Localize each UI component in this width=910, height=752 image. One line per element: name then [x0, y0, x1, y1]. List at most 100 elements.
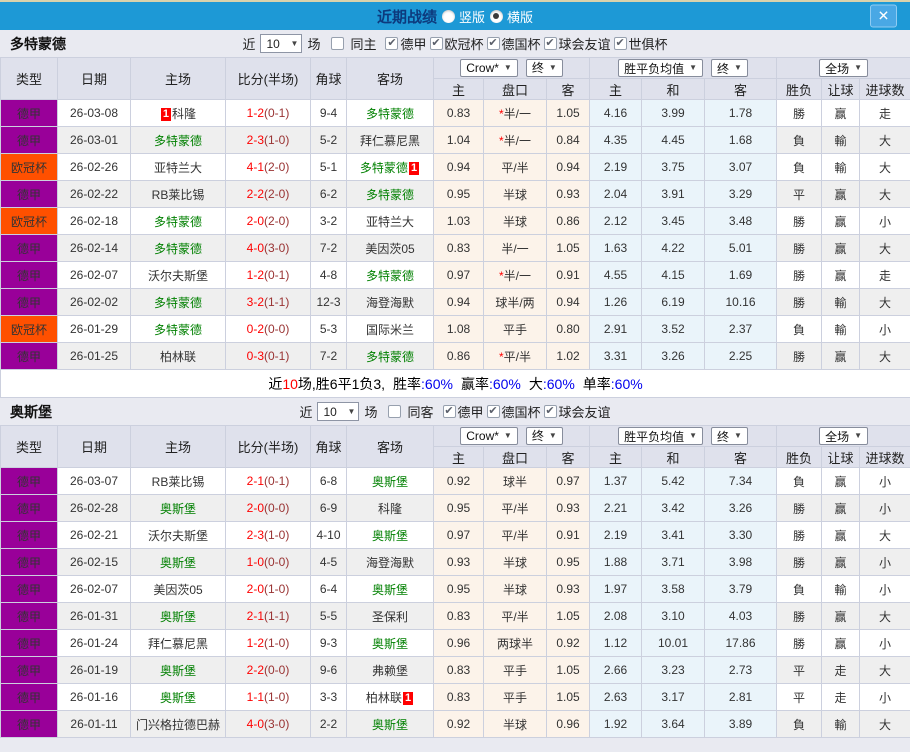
handicap-line-text: 平/半 [501, 160, 529, 175]
league-filter-checkbox[interactable]: ✔ 德甲 [385, 34, 427, 53]
halftime-score: (0-0) [264, 555, 290, 569]
layout-option-horizontal[interactable]: 横版 [490, 7, 533, 26]
layout-option-vertical[interactable]: 竖版 [441, 7, 485, 26]
halftime-score: (0-0) [264, 501, 290, 515]
league-filter-checkbox[interactable]: ✔ 德甲 [442, 402, 484, 421]
results-table: 类型 日期 主场 比分(半场) 角球 客场 Crow* ▼ 终 ▼ 胜平负均值 ▼ 终 ▼ 全场 ▼ 主盘口客主… [0, 57, 910, 398]
result-goals: 小 [859, 629, 910, 657]
column-header: 类型 [0, 57, 58, 100]
handicap-odds-away: 1.02 [546, 342, 590, 370]
handicap-line-text: 半球 [502, 555, 527, 570]
sub-column-header: 客 [546, 446, 590, 468]
match-row: 德甲 26-03-07 RB莱比锡 2-1(0-1) 6-8 奥斯堡 0.92 球半 0.97 1… [0, 467, 910, 495]
league-filter-checkbox[interactable]: ✔ 德国杯 [486, 34, 541, 53]
handicap-line: 平/半 [483, 602, 547, 630]
result-handicap: 赢 [821, 207, 861, 235]
halftime-score: (1-0) [264, 582, 290, 596]
section-header: 奥斯堡近 10 ▼ 场同客 ✔ 德甲 ✔ 德国杯 ✔ 球会友谊 [0, 398, 910, 425]
avg-odds-away: 1.78 [703, 99, 778, 127]
result-outcome: 平 [776, 656, 823, 684]
scope-select-caret-icon: ▼ [854, 431, 862, 440]
result-goals: 小 [859, 315, 910, 343]
handicap-odds-away: 1.05 [546, 683, 590, 711]
fulltime-score: 4-1 [246, 160, 264, 174]
away-team: 多特蒙德 [346, 261, 434, 289]
match-date: 26-01-16 [57, 683, 131, 711]
halftime-score: (0-1) [264, 268, 290, 282]
handicap-odds-home: 1.04 [433, 126, 484, 154]
league-filter-checkbox[interactable]: ✔ 欧冠杯 [429, 34, 484, 53]
result-handicap: 赢 [821, 342, 861, 370]
match-count-select[interactable]: 10 ▼ [317, 402, 360, 421]
home-team: RB莱比锡 [130, 180, 226, 208]
sub-column-header: 让球 [821, 446, 861, 468]
bookmaker-select[interactable]: Crow* ▼ [460, 427, 518, 446]
sub-column-header: 和 [641, 446, 705, 468]
final-odds-select[interactable]: 终 ▼ [525, 426, 563, 445]
league-filter-checkbox[interactable]: ✔ 德国杯 [486, 402, 541, 421]
match-score: 0-3(0-1) [225, 342, 311, 370]
recent-results-window: 近期战绩 竖版 横版 ✕ 多特蒙德近 10 ▼ 场同主 ✔ 德甲 ✔ 欧冠杯 ✔ 德国杯 ✔ 球会友谊… [0, 0, 910, 752]
handicap-line: 平手 [483, 315, 547, 343]
fulltime-score: 2-0 [246, 582, 264, 596]
match-row: 德甲 26-03-08 1 科隆 1-2(0-1) 9-4 多特蒙德 0.83 *半/一 1.05… [0, 99, 910, 127]
match-row: 德甲 26-02-07 美因茨05 2-0(1-0) 6-4 奥斯堡 0.95 半球 0.93 1… [0, 575, 910, 603]
avg-odds-draw: 4.15 [641, 261, 705, 289]
match-date: 26-02-15 [57, 548, 131, 576]
home-team-name: 多特蒙德 [153, 322, 202, 337]
same-venue-checkbox[interactable]: 同主 [331, 34, 376, 53]
close-button[interactable]: ✕ [870, 4, 897, 28]
scope-select[interactable]: 全场 ▼ [819, 59, 868, 77]
result-goals: 大 [859, 288, 910, 316]
home-team: 奥斯堡 [130, 656, 226, 684]
avg-odds-home: 2.91 [589, 315, 642, 343]
checkbox-unchecked-icon [388, 405, 402, 418]
fulltime-score: 0-3 [246, 349, 264, 363]
league-filter-checkbox[interactable]: ✔ 球会友谊 [543, 34, 611, 53]
league-filter-checkbox[interactable]: ✔ 球会友谊 [543, 402, 611, 421]
halftime-score: (1-0) [264, 528, 290, 542]
avg-odds-away: 7.34 [703, 467, 778, 495]
final-avg-select[interactable]: 终 ▼ [711, 427, 748, 445]
avg-odds-select[interactable]: 胜平负均值 ▼ [618, 427, 703, 445]
bookmaker-select[interactable]: Crow* ▼ [460, 59, 518, 78]
layout-option-label: 竖版 [458, 9, 485, 25]
handicap-odds-away: 0.91 [546, 521, 590, 549]
avg-odds-draw: 10.01 [641, 629, 705, 657]
match-date: 26-01-29 [57, 315, 131, 343]
away-team-name: 美因茨05 [365, 241, 415, 256]
scope-select[interactable]: 全场 ▼ [819, 427, 868, 445]
home-team-name: 柏林联 [159, 349, 196, 364]
result-outcome: 勝 [776, 602, 823, 630]
handicap-odds-away: 1.05 [546, 234, 590, 262]
final-avg-select[interactable]: 终 ▼ [711, 59, 748, 77]
result-outcome: 勝 [776, 521, 823, 549]
result-outcome: 勝 [776, 99, 823, 127]
match-row: 德甲 26-01-31 奥斯堡 2-1(1-1) 5-5 圣保利 0.83 平/半 1.05 2.… [0, 602, 910, 630]
result-handicap: 赢 [821, 602, 861, 630]
avg-odds-select-caret-icon: ▼ [689, 431, 697, 440]
home-team: 拜仁慕尼黑 [130, 629, 226, 657]
handicap-line-text: 平手 [502, 322, 527, 337]
handicap-line: *半/一 [483, 126, 547, 154]
match-score: 2-0(0-0) [225, 494, 311, 522]
away-team-name: 圣保利 [371, 609, 408, 624]
result-outcome: 負 [776, 575, 823, 603]
avg-odds-away: 5.01 [703, 234, 778, 262]
match-score: 4-0(3-0) [225, 234, 311, 262]
avg-odds-away: 17.86 [703, 629, 778, 657]
match-count-select[interactable]: 10 ▼ [260, 34, 303, 53]
checkbox-checked-icon: ✔ [429, 37, 443, 50]
corner-count: 3-3 [310, 683, 347, 711]
corner-count: 5-1 [310, 153, 347, 181]
avg-odds-select[interactable]: 胜平负均值 ▼ [618, 59, 703, 77]
same-venue-checkbox[interactable]: 同客 [388, 402, 434, 421]
result-goals: 大 [859, 710, 910, 738]
away-team-name: 多特蒙德 [365, 187, 414, 202]
sub-column-header: 主 [433, 78, 484, 100]
league-filter-checkbox[interactable]: ✔ 世俱杯 [613, 34, 668, 53]
away-team: 柏林联 1 [346, 683, 434, 711]
handicap-odds-away: 1.05 [546, 99, 590, 127]
final-odds-select[interactable]: 终 ▼ [525, 58, 563, 77]
away-team: 奥斯堡 [346, 629, 434, 657]
